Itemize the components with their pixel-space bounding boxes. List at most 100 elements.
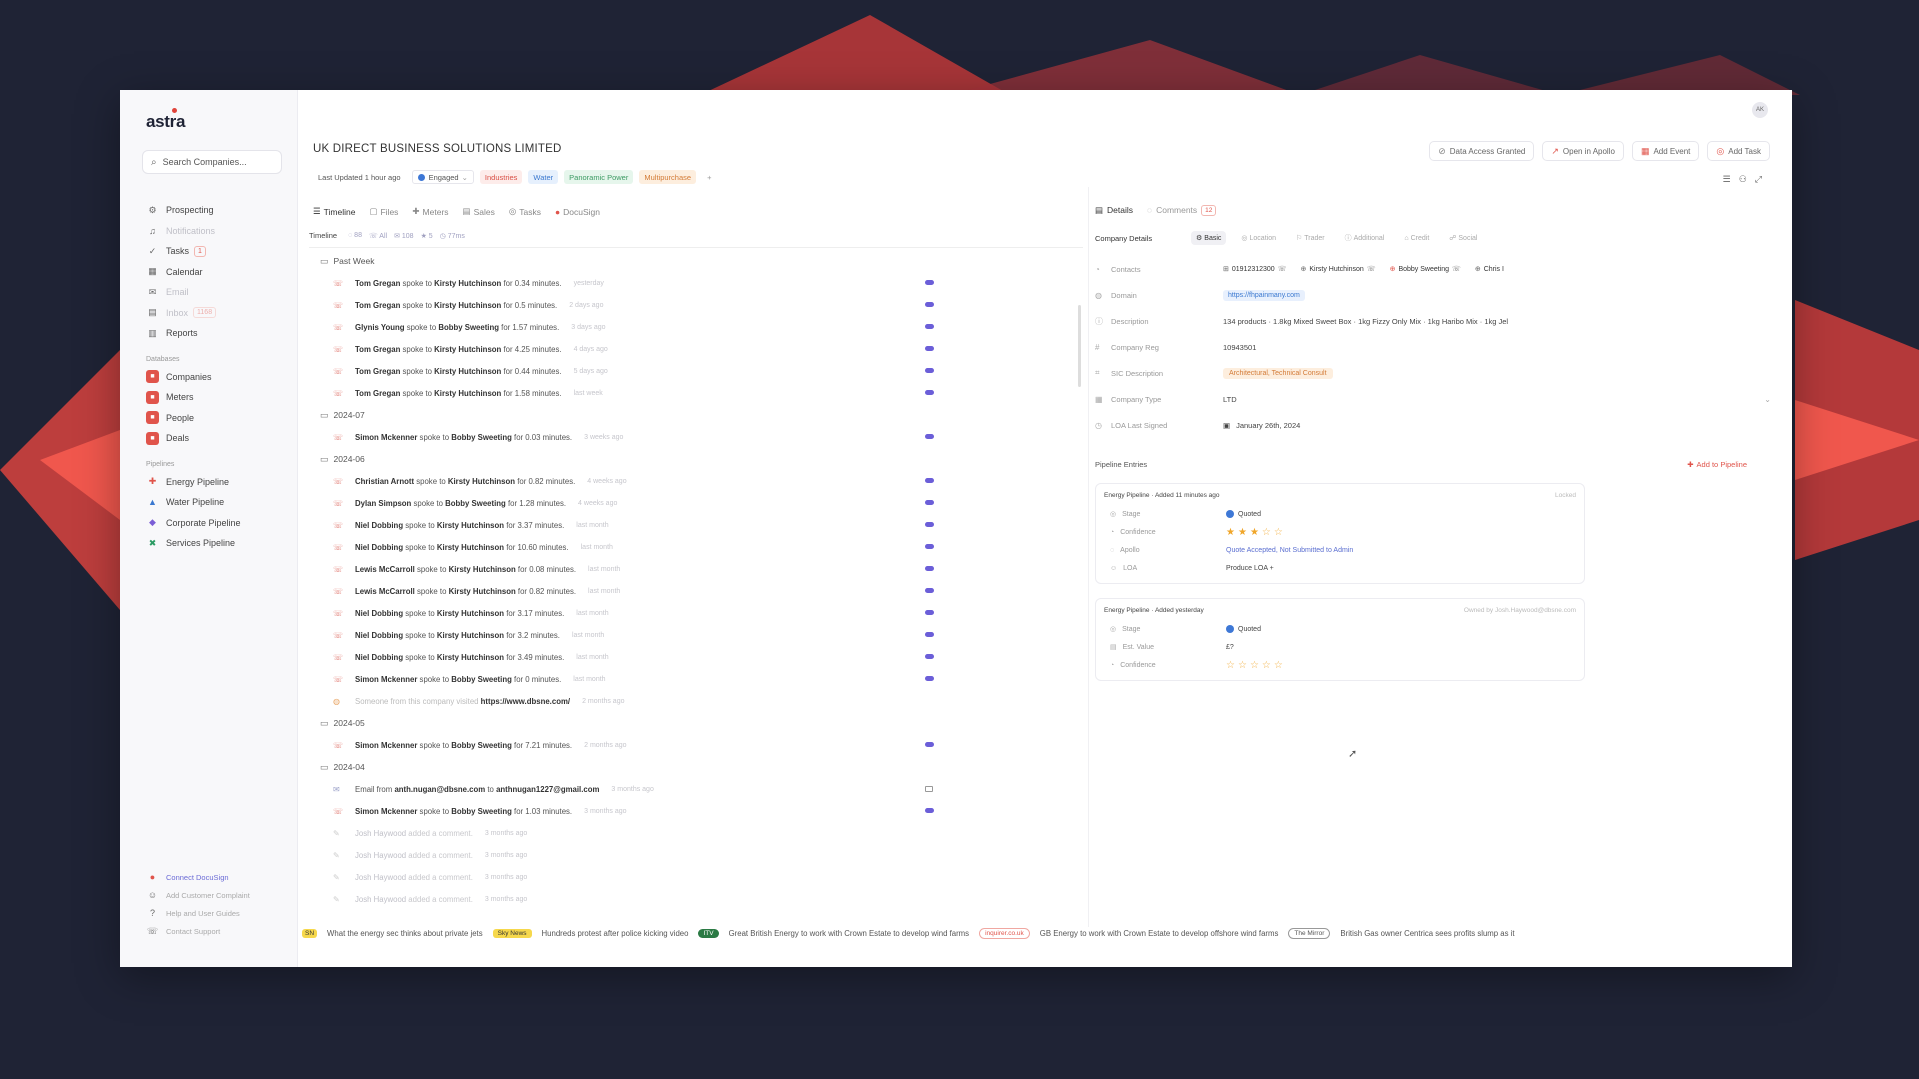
contact-chip[interactable]: ⊕ Kirsty Hutchinson ☏ — [1300, 265, 1375, 274]
add-to-pipeline-button[interactable]: ✚ Add to Pipeline — [1687, 460, 1747, 469]
sidebar-item-notifications[interactable]: ♫ Notifications — [120, 221, 298, 242]
row-value[interactable]: ★ ★ ★ ☆ ☆ — [1226, 527, 1283, 538]
domain-link[interactable]: https://fhpainmany.com — [1223, 289, 1305, 301]
tag-panoramic-power[interactable]: Panoramic Power — [564, 170, 634, 184]
footer-link-connect-docusign[interactable]: ● Connect DocuSign — [120, 868, 298, 886]
timeline-event[interactable]: ✎ Josh Haywood added a comment. 3 months a… — [298, 866, 1088, 888]
recording-icon[interactable] — [925, 280, 934, 285]
subtab-credit[interactable]: ⌂ Credit — [1399, 231, 1434, 245]
star-rating[interactable]: ★ ★ ★ ☆ ☆ — [1226, 527, 1283, 538]
recording-icon[interactable] — [925, 654, 934, 659]
subtab-social[interactable]: ☍ Social — [1444, 231, 1482, 245]
news-headline[interactable]: What the energy sec thinks about private… — [327, 929, 483, 938]
timeline-event[interactable]: ☏ Tom Gregan spoke to Kirsty Hutchinson f… — [298, 360, 1088, 382]
recording-icon[interactable] — [925, 346, 934, 351]
star-empty-icon[interactable]: ☆ — [1262, 660, 1271, 671]
row-value[interactable]: Quote Accepted, Not Submitted to Admin — [1226, 547, 1353, 554]
recording-icon[interactable] — [925, 522, 934, 527]
timeline-event[interactable]: ☏ Tom Gregan spoke to Kirsty Hutchinson f… — [298, 338, 1088, 360]
timeline-event[interactable]: ☏ Niel Dobbing spoke to Kirsty Hutchinson… — [298, 624, 1088, 646]
timeline-filter-3[interactable]: ★ 5 — [421, 232, 433, 240]
news-headline[interactable]: Great British Energy to work with Crown … — [729, 929, 970, 938]
tab-docusign[interactable]: ● DocuSign — [555, 206, 600, 217]
sidebar-item-services-pipeline[interactable]: ✖ Services Pipeline — [120, 533, 298, 554]
timeline-event[interactable]: ✎ Josh Haywood added a comment. 3 months a… — [298, 844, 1088, 866]
recording-icon[interactable] — [925, 588, 934, 593]
footer-link-help-and-user-guides[interactable]: ? Help and User Guides — [120, 904, 298, 922]
timeline-event[interactable]: ☏ Simon Mckenner spoke to Bobby Sweeting … — [298, 426, 1088, 448]
row-value[interactable]: Quoted — [1226, 625, 1261, 633]
tab-tasks[interactable]: ◎ Tasks — [509, 206, 541, 217]
footer-link-add-customer-complaint[interactable]: ☺ Add Customer Complaint — [120, 886, 298, 904]
group-icon[interactable]: ⚇ — [1739, 174, 1747, 185]
tab-timeline[interactable]: ☰ Timeline — [313, 206, 355, 217]
add-tag-icon[interactable]: + — [702, 170, 716, 184]
timeline-event[interactable]: ☏ Tom Gregan spoke to Kirsty Hutchinson f… — [298, 272, 1088, 294]
timeline-event[interactable]: ☏ Glynis Young spoke to Bobby Sweeting fo… — [298, 316, 1088, 338]
company-type-select[interactable]: LTD ⌄ — [1223, 395, 1785, 404]
timeline-event[interactable]: ☏ Lewis McCarroll spoke to Kirsty Hutchin… — [298, 558, 1088, 580]
expand-icon[interactable]: ⤢ — [1755, 174, 1762, 185]
subtab-additional[interactable]: ⓘ Additional — [1340, 231, 1390, 245]
star-empty-icon[interactable]: ☆ — [1250, 660, 1259, 671]
tab-comments[interactable]: ◌ Comments 12 — [1147, 204, 1217, 216]
sidebar-item-reports[interactable]: ▥ Reports — [120, 323, 298, 344]
tag-water[interactable]: Water — [528, 170, 559, 184]
star-filled-icon[interactable]: ★ — [1250, 527, 1259, 538]
footer-link-contact-support[interactable]: ☏ Contact Support — [120, 922, 298, 940]
timeline-event[interactable]: ☏ Dylan Simpson spoke to Bobby Sweeting f… — [298, 492, 1088, 514]
timeline-filter-2[interactable]: ✉ 108 — [394, 232, 414, 240]
recording-icon[interactable] — [925, 390, 934, 395]
recording-icon[interactable] — [925, 302, 934, 307]
subtab-basic[interactable]: ⚙ Basic — [1191, 231, 1227, 245]
description-value[interactable]: 134 products · 1.8kg Mixed Sweet Box · 1… — [1223, 317, 1785, 326]
recording-icon[interactable] — [925, 632, 934, 637]
timeline-event[interactable]: ☏ Simon Mckenner spoke to Bobby Sweeting … — [298, 800, 1088, 822]
tag-industries[interactable]: Industries — [479, 170, 523, 184]
avatar[interactable]: AK — [1752, 102, 1768, 118]
recording-icon[interactable] — [925, 742, 934, 747]
sidebar-item-companies[interactable]: ■ Companies — [120, 367, 298, 388]
news-headline[interactable]: GB Energy to work with Crown Estate to d… — [1040, 929, 1279, 938]
sidebar-item-deals[interactable]: ■ Deals — [120, 428, 298, 449]
sic-chip[interactable]: Architectural, Technical Consult — [1223, 367, 1333, 379]
timeline-event[interactable]: ☏ Simon Mckenner spoke to Bobby Sweeting … — [298, 734, 1088, 756]
star-empty-icon[interactable]: ☆ — [1238, 660, 1247, 671]
sidebar-item-people[interactable]: ■ People — [120, 408, 298, 429]
sidebar-item-calendar[interactable]: ▦ Calendar — [120, 262, 298, 283]
recording-icon[interactable] — [925, 808, 934, 813]
star-empty-icon[interactable]: ☆ — [1274, 527, 1283, 538]
open-in-apollo-button[interactable]: ↗ Open in Apollo — [1542, 141, 1624, 161]
tab-sales[interactable]: ▤ Sales — [463, 206, 495, 217]
recording-icon[interactable] — [925, 324, 934, 329]
recording-icon[interactable] — [925, 478, 934, 483]
row-value[interactable]: Quoted — [1226, 510, 1261, 518]
pipeline-card[interactable]: Energy Pipeline · Added yesterday Owned b… — [1095, 598, 1585, 681]
list-icon[interactable]: ☰ — [1723, 174, 1731, 185]
recording-icon[interactable] — [925, 544, 934, 549]
timeline-event[interactable]: ☏ Niel Dobbing spoke to Kirsty Hutchinson… — [298, 602, 1088, 624]
sidebar-item-corporate-pipeline[interactable]: ◆ Corporate Pipeline — [120, 513, 298, 534]
timeline-event[interactable]: ☏ Simon Mckenner spoke to Bobby Sweeting … — [298, 668, 1088, 690]
star-filled-icon[interactable]: ★ — [1226, 527, 1235, 538]
data-access-granted-button[interactable]: ⊘ Data Access Granted — [1429, 141, 1535, 161]
tab-files[interactable]: ▢ Files — [369, 206, 398, 217]
row-value[interactable]: ☆ ☆ ☆ ☆ ☆ — [1226, 660, 1283, 671]
recording-icon[interactable] — [925, 434, 934, 439]
timeline-event[interactable]: ☏ Niel Dobbing spoke to Kirsty Hutchinson… — [298, 514, 1088, 536]
timeline-filter-1[interactable]: ☏ All — [369, 232, 387, 240]
sidebar-item-inbox[interactable]: ▤ Inbox 1168 — [120, 303, 298, 324]
tab-meters[interactable]: ✚ Meters — [412, 206, 448, 217]
timeline-event[interactable]: ✎ Josh Haywood added a comment. 3 months a… — [298, 822, 1088, 844]
status-dropdown[interactable]: Engaged ⌄ — [411, 170, 474, 184]
add-event-button[interactable]: ▦ Add Event — [1631, 141, 1700, 161]
recording-icon[interactable] — [925, 566, 934, 571]
sidebar-item-tasks[interactable]: ✓ Tasks 1 — [120, 241, 298, 262]
tag-multipurchase[interactable]: Multipurchase — [639, 170, 697, 184]
timeline-event[interactable]: ☏ Tom Gregan spoke to Kirsty Hutchinson f… — [298, 294, 1088, 316]
row-value[interactable]: Produce LOA + — [1226, 565, 1274, 572]
sidebar-item-energy-pipeline[interactable]: ✚ Energy Pipeline — [120, 472, 298, 493]
timeline-scrollbar[interactable] — [1078, 305, 1081, 387]
recording-icon[interactable] — [925, 676, 934, 681]
timeline-event[interactable]: ☏ Tom Gregan spoke to Kirsty Hutchinson f… — [298, 382, 1088, 404]
